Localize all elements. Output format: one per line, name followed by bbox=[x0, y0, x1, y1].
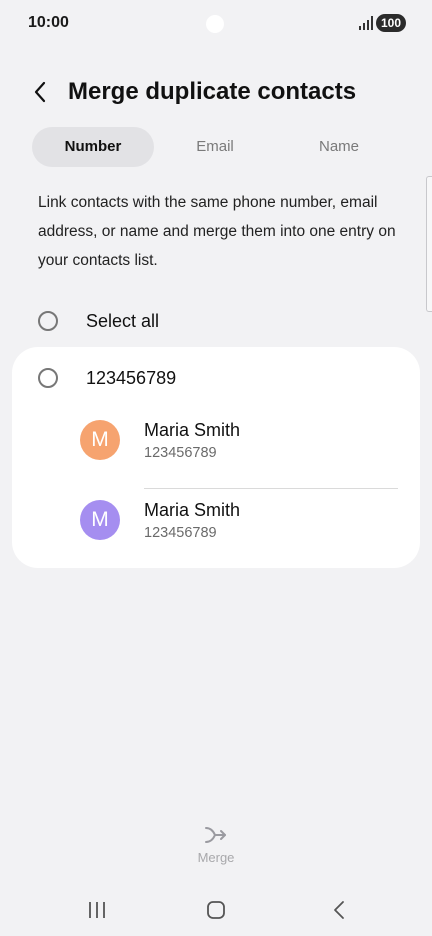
select-all-label: Select all bbox=[86, 310, 160, 331]
navigation-bar bbox=[0, 890, 432, 930]
signal-icon bbox=[359, 16, 373, 30]
home-icon bbox=[207, 901, 225, 919]
chevron-left-icon bbox=[34, 81, 46, 103]
contact-row[interactable]: M Maria Smith 123456789 bbox=[80, 408, 400, 470]
tab-name[interactable]: Name bbox=[278, 127, 400, 167]
contact-name: Maria Smith bbox=[144, 500, 241, 520]
contact-row[interactable]: M Maria Smith 123456789 bbox=[80, 488, 400, 550]
group-title: 123456789 bbox=[86, 367, 177, 388]
avatar: M bbox=[80, 420, 120, 460]
select-all-row[interactable]: Select all bbox=[38, 305, 398, 337]
merge-arrows-icon bbox=[205, 827, 226, 843]
avatar: M bbox=[80, 500, 120, 540]
merge-button[interactable]: Merge bbox=[176, 824, 256, 874]
duplicate-group-card: 123456789 M Maria Smith 123456789 M Mari… bbox=[12, 347, 420, 568]
select-all-radio[interactable] bbox=[38, 311, 58, 331]
contact-number: 123456789 bbox=[144, 525, 217, 541]
status-bar: 10:00 100 bbox=[0, 0, 432, 46]
tab-number[interactable]: Number bbox=[32, 127, 154, 167]
nav-back-button[interactable] bbox=[321, 896, 357, 924]
battery-indicator: 100 bbox=[376, 14, 406, 32]
status-time: 10:00 bbox=[28, 14, 69, 31]
contact-name: Maria Smith bbox=[144, 420, 241, 440]
back-button[interactable] bbox=[26, 78, 54, 106]
tab-email[interactable]: Email bbox=[154, 127, 276, 167]
back-icon bbox=[334, 901, 344, 919]
scroll-indicator[interactable] bbox=[426, 176, 432, 312]
group-radio[interactable] bbox=[38, 368, 58, 388]
recents-icon bbox=[89, 902, 105, 918]
tab-bar: Number Email Name bbox=[32, 127, 400, 167]
app-header: Merge duplicate contacts bbox=[0, 70, 432, 116]
nav-home-button[interactable] bbox=[198, 896, 234, 924]
nav-recents-button[interactable] bbox=[79, 896, 115, 924]
description-text: Link contacts with the same phone number… bbox=[38, 194, 396, 269]
merge-label: Merge bbox=[197, 850, 235, 865]
contact-number: 123456789 bbox=[144, 445, 217, 461]
group-header[interactable]: 123456789 bbox=[38, 363, 176, 393]
page-title: Merge duplicate contacts bbox=[68, 78, 357, 105]
front-camera bbox=[206, 15, 224, 33]
